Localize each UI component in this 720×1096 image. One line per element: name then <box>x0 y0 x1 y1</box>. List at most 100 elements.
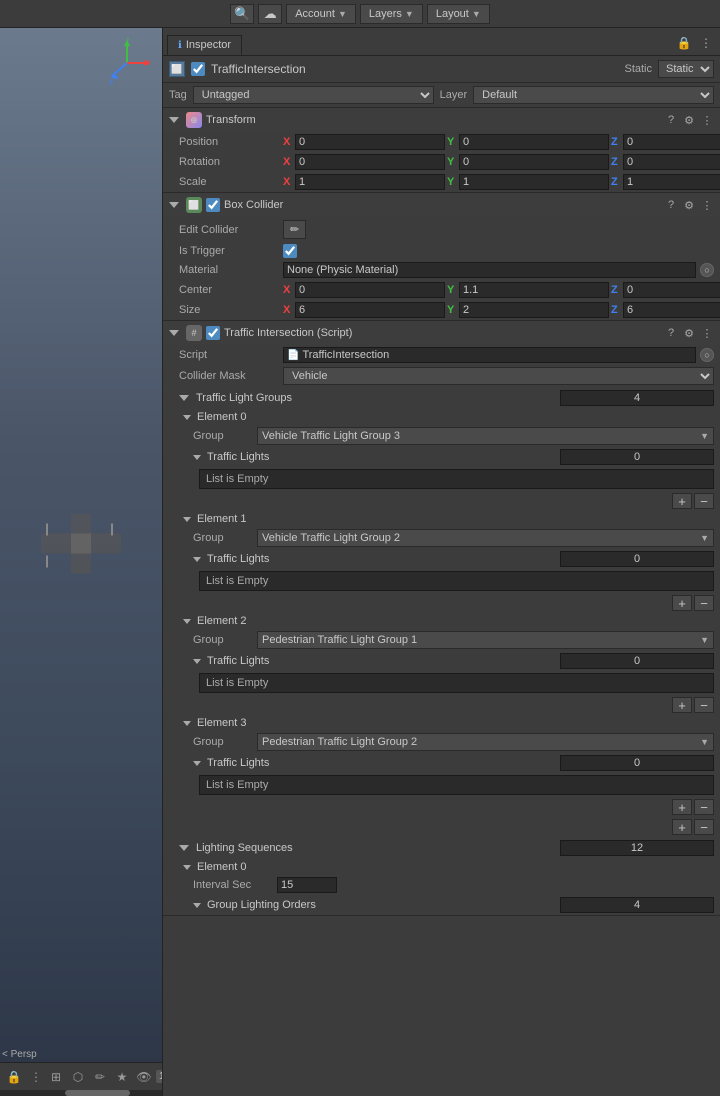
group-lighting-orders-count[interactable] <box>560 897 714 913</box>
lock-inspector-icon[interactable]: 🔒 <box>674 33 694 53</box>
paint-icon[interactable]: ✏ <box>90 1067 110 1087</box>
center-label: Center <box>179 284 279 296</box>
glo-collapse-icon <box>193 903 201 908</box>
box-collider-menu-icon[interactable]: ⋮ <box>700 198 714 212</box>
position-z-input[interactable] <box>623 134 720 150</box>
traffic-light-groups-count-input[interactable] <box>560 390 714 406</box>
element-0-header[interactable]: Element 0 <box>163 409 720 425</box>
size-y-input[interactable] <box>459 302 609 318</box>
scale-x-input[interactable] <box>295 174 445 190</box>
groups-global-add-button[interactable]: + <box>672 819 692 835</box>
lighting-sequences-count-input[interactable] <box>560 840 714 856</box>
element-2-tl-collapse-icon <box>193 659 201 664</box>
scale-y-input[interactable] <box>459 174 609 190</box>
gameobject-active-checkbox[interactable] <box>191 62 205 76</box>
element-1-group-label: Group <box>193 532 253 544</box>
layers-icon[interactable]: ⊞ <box>46 1067 66 1087</box>
center-y-input[interactable] <box>459 282 609 298</box>
layer-dropdown[interactable]: Default <box>473 86 714 104</box>
transform-header[interactable]: ⊕ Transform ? ⚙ ⋮ <box>163 108 720 132</box>
groups-global-remove-button[interactable]: − <box>694 819 714 835</box>
element-0-tl-count[interactable] <box>560 449 714 465</box>
cloud-button[interactable]: ☁ <box>258 4 282 24</box>
box-collider-header[interactable]: ⬜ Box Collider ? ⚙ ⋮ <box>163 193 720 217</box>
scene-scrollbar[interactable] <box>0 1090 162 1096</box>
eye-icon[interactable]: 👁 <box>134 1067 154 1087</box>
inspector-options-icon[interactable]: ⋮ <box>696 33 716 53</box>
script-active-checkbox[interactable] <box>206 326 220 340</box>
position-x-input[interactable] <box>295 134 445 150</box>
script-header[interactable]: # Traffic Intersection (Script) ? ⚙ ⋮ <box>163 321 720 345</box>
edit-collider-button[interactable]: ✏ <box>283 220 306 239</box>
scene-view[interactable]: Y X Z < Persp <box>0 28 162 1062</box>
script-help-icon[interactable]: ? <box>664 326 678 340</box>
script-picker-button[interactable]: ○ <box>700 348 714 362</box>
box-collider-help-icon[interactable]: ? <box>664 198 678 212</box>
interval-sec-label: Interval Sec <box>193 879 273 891</box>
collider-mask-dropdown[interactable]: Vehicle <box>283 367 714 385</box>
transform-help-icon[interactable]: ? <box>664 113 678 127</box>
layers-button[interactable]: Layers ▼ <box>360 4 423 24</box>
element-0-add-button[interactable]: + <box>672 493 692 509</box>
is-trigger-checkbox[interactable] <box>283 244 297 258</box>
element-2-header[interactable]: Element 2 <box>163 613 720 629</box>
rotation-z-input[interactable] <box>623 154 720 170</box>
element-1-add-button[interactable]: + <box>672 595 692 611</box>
box-collider-active-checkbox[interactable] <box>206 198 220 212</box>
element-1-tl-count[interactable] <box>560 551 714 567</box>
interval-sec-input[interactable] <box>277 877 337 893</box>
element-3-add-button[interactable]: + <box>672 799 692 815</box>
element-3-group-dropdown[interactable]: Pedestrian Traffic Light Group 2 ▼ <box>257 733 714 751</box>
script-menu-icon[interactable]: ⋮ <box>700 326 714 340</box>
box-collider-presets-icon[interactable]: ⚙ <box>682 198 696 212</box>
scene-panel: Y X Z < Persp <box>0 28 163 1096</box>
gameobject-icon: ⬜ <box>169 61 185 77</box>
scene-bottom-bar: 🔒 ⋮ ⊞ ⬡ ✏ ★ 👁 18 <box>0 1062 162 1090</box>
element-2-remove-button[interactable]: − <box>694 697 714 713</box>
account-button[interactable]: Account ▼ <box>286 4 356 24</box>
element-3-remove-button[interactable]: − <box>694 799 714 815</box>
element-0-group-dropdown[interactable]: Vehicle Traffic Light Group 3 ▼ <box>257 427 714 445</box>
scene-options-icon[interactable]: ⋮ <box>26 1067 46 1087</box>
center-x-input[interactable] <box>295 282 445 298</box>
traffic-light-groups-header: Traffic Light Groups <box>163 387 720 409</box>
static-dropdown[interactable]: Static <box>658 60 714 78</box>
lock-icon[interactable]: 🔒 <box>4 1067 24 1087</box>
rotation-y-input[interactable] <box>459 154 609 170</box>
rotation-x-input[interactable] <box>295 154 445 170</box>
scene-scroll-thumb[interactable] <box>65 1090 130 1096</box>
center-field: Center X Y Z <box>163 280 720 300</box>
element-1-remove-button[interactable]: − <box>694 595 714 611</box>
search-button[interactable]: 🔍 <box>230 4 254 24</box>
element-2-title: Element 2 <box>197 615 247 627</box>
size-x-input[interactable] <box>295 302 445 318</box>
position-y-input[interactable] <box>459 134 609 150</box>
element-0-remove-button[interactable]: − <box>694 493 714 509</box>
script-presets-icon[interactable]: ⚙ <box>682 326 696 340</box>
inspector-tab[interactable]: ℹ Inspector <box>167 35 242 55</box>
element-2-tl-count[interactable] <box>560 653 714 669</box>
scale-z-input[interactable] <box>623 174 720 190</box>
rotation-field: Rotation X Y Z <box>163 152 720 172</box>
transform-presets-icon[interactable]: ⚙ <box>682 113 696 127</box>
traffic-light-groups-label: Traffic Light Groups <box>196 392 556 404</box>
center-z-input[interactable] <box>623 282 720 298</box>
element-1-header[interactable]: Element 1 <box>163 511 720 527</box>
lighting-element-0-header[interactable]: Element 0 <box>163 859 720 875</box>
models-icon[interactable]: ⬡ <box>68 1067 88 1087</box>
layout-button[interactable]: Layout ▼ <box>427 4 490 24</box>
element-0-add-remove: + − <box>163 491 720 511</box>
element-2-group-dropdown[interactable]: Pedestrian Traffic Light Group 1 ▼ <box>257 631 714 649</box>
element-2-add-button[interactable]: + <box>672 697 692 713</box>
element-3-header[interactable]: Element 3 <box>163 715 720 731</box>
star-icon[interactable]: ★ <box>112 1067 132 1087</box>
element-2-add-remove: + − <box>163 695 720 715</box>
transform-menu-icon[interactable]: ⋮ <box>700 113 714 127</box>
position-xyz: X Y Z <box>283 134 720 150</box>
tag-dropdown[interactable]: Untagged <box>193 86 434 104</box>
material-picker-button[interactable]: ○ <box>700 263 714 277</box>
element-1-group-dropdown[interactable]: Vehicle Traffic Light Group 2 ▼ <box>257 529 714 547</box>
element-3-tl-count[interactable] <box>560 755 714 771</box>
box-collider-title: Box Collider <box>224 199 660 211</box>
size-z-input[interactable] <box>623 302 720 318</box>
